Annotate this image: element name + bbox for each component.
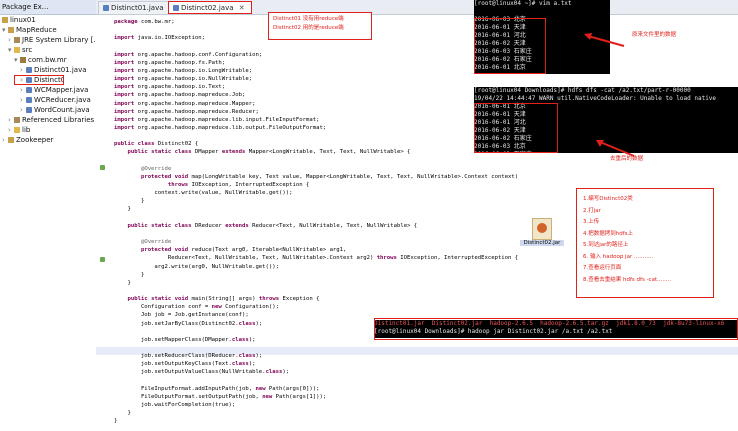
code-line: } [114,279,131,286]
package-icon [20,57,26,63]
code-line: FileOutputFormat.setOutputPath(job, new … [114,393,327,400]
code-line: } [114,271,145,278]
step-item: 2.打jar [583,207,601,214]
code-line: public static class DMapper extends Mapp… [127,149,411,156]
code-line: import org.apache.hadoop.mapreduce.Mappe… [114,100,256,107]
code-line: import org.apache.hadoop.mapreduce.lib.o… [114,124,327,131]
arrow-icon [584,33,625,47]
dedup-data-label: 去重后的数据 [610,156,644,162]
code-line: job.setJarByClass(Distinct02.class); [114,320,263,327]
project-icon [2,17,8,23]
tree-item-jre[interactable]: › JRE System Library [... [0,35,96,45]
command-highlight [374,318,738,340]
java-file-icon [103,5,109,11]
java-file-icon [26,77,32,83]
code-line: import org.apache.hadoop.io.LongWritable… [114,67,253,74]
code-line: package com.bw.mr; [114,19,175,25]
tree-item-mapreduce[interactable]: ▾ MapReduce [0,25,96,35]
tree-item-wordcount[interactable]: › WordCount.java [0,105,96,115]
code-line: Configuration conf = new Configuration()… [114,304,280,311]
tab-distinct02[interactable]: Distinct02.java ✕ [168,1,252,14]
package-explorer: Package Ex... linux01 ▾ MapReduce › JRE Sy… [0,0,97,431]
tree-item-distinct01[interactable]: › Distinct01.java [0,65,96,75]
code-line: protected void map(LongWritable key, Tex… [140,173,519,180]
step-item: 7.查看运行页面 [583,265,622,271]
code-line: job.setOutputKeyClass(Text.class); [114,361,256,368]
code-line: } [114,410,131,417]
desktop-jar-file[interactable]: Distinct02.jar [520,218,564,252]
java-file-icon [26,87,32,93]
library-icon [14,117,20,123]
terminal-line: [root@linux04 Downloads]# hdfs dfs -cat … [474,87,691,94]
code-line: Reducer<Text, NullWritable, Text, NullWr… [114,255,519,262]
code-line: job.setReducerClass(DReducer.class); [114,353,263,360]
code-line: import org.apache.hadoop.mapreduce.lib.i… [114,116,320,123]
tree-item-reflibs[interactable]: › Referenced Libraries [0,115,96,125]
tree-item-wcmapper[interactable]: › WCMapper.java [0,85,96,95]
step-item: 4.把数据拷到hdfs上 [583,230,634,237]
close-icon[interactable]: ✕ [239,4,245,12]
jar-icon [532,218,552,240]
package-explorer-header[interactable]: Package Ex... [0,0,96,15]
tab-distinct01[interactable]: Distinct01.java [98,1,174,14]
override-marker-icon [100,257,105,262]
project-icon [8,137,14,143]
code-line: import java.io.IOException; [114,35,205,42]
code-line: protected void reduce(Text arg0, Iterabl… [140,247,347,254]
folder-icon [14,47,20,53]
code-line: job.setOutputValueClass(NullWritable.cla… [114,369,290,376]
code-line: throws IOException, InterruptedException… [167,182,310,188]
code-line: public static void main(String[] args) t… [127,296,320,303]
tree-item-distinct02[interactable]: ›Distinct02.java [14,75,64,85]
terminal-line: [root@linux04 ~]# vim a.txt [474,0,572,7]
code-line: public static class DReducer extends Red… [127,222,418,229]
code-line: } [114,198,145,205]
editor-tab-bar: Distinct01.java Distinct02.java ✕ [96,0,738,15]
code-line: context.write(value, NullWritable.get())… [114,190,293,197]
tree-item-package[interactable]: ▾ com.bw.mr [0,55,96,65]
java-file-icon [26,67,32,73]
code-line: arg2.write(arg0, NullWritable.get()); [114,263,280,270]
code-line: import org.apache.hadoop.io.NullWritable… [114,76,253,83]
code-line: import org.apache.hadoop.mapreduce.Job; [114,92,246,99]
code-line: import org.apache.hadoop.fs.Path; [114,59,226,66]
tree-item-src[interactable]: ▾ src [0,45,96,55]
code-line: public class Distinct02 { [114,141,199,148]
step-item: 6. 输入 hadoop jar ........... [583,253,654,260]
folder-icon [14,127,20,133]
step-item: 1.编写Distinct02类 [583,196,633,202]
tree-item-wcreducer[interactable]: › WCReducer.java [0,95,96,105]
original-data-highlight [474,18,546,74]
tree-item-zookeeper[interactable]: › Zookeeper [0,135,96,145]
step-item: 8.查看去重结果 hdfs dfs -cat........ [583,276,672,283]
terminal-line: 19/04/22 14:44:47 WARN util.NativeCodeLo… [474,95,717,102]
tree-item-linux01[interactable]: linux01 [0,15,96,25]
code-line: import org.apache.hadoop.mapreduce.Reduc… [114,108,259,115]
code-line: job.waitForCompletion(true); [114,402,236,409]
code-line: } [114,206,131,213]
java-file-icon [173,5,179,11]
dedup-data-highlight [474,103,558,153]
tree-item-lib[interactable]: › lib [0,125,96,135]
step-item: 5.到达jar的路径上 [583,242,629,248]
step-item: 3.上传 [583,219,600,225]
code-line: @Override [140,165,172,172]
code-line: FileInputFormat.addInputPath(job, new Pa… [114,385,320,392]
override-marker-icon [100,165,105,170]
original-data-label: 原来文件里的数据 [632,32,677,38]
code-line: @Override [140,239,172,246]
code-line: import org.apache.hadoop.io.Text; [114,84,226,91]
code-line: import org.apache.hadoop.conf.Configurat… [114,51,263,58]
code-line: job.setMapperClass(DMapper.class); [114,336,256,343]
java-file-icon [26,107,32,113]
library-icon [14,37,20,43]
code-line: Job job = Job.getInstance(conf); [114,312,249,319]
project-icon [8,27,14,33]
top-annotation-note: Distinct01 没有用reduce端 Distinct02 用的是redu… [268,12,372,40]
steps-note: 1.编写Distinct02类 2.打jar 3.上传 4.把数据拷到hdfs上 5.到… [576,188,714,298]
code-line: } [114,418,118,425]
java-file-icon [26,97,32,103]
